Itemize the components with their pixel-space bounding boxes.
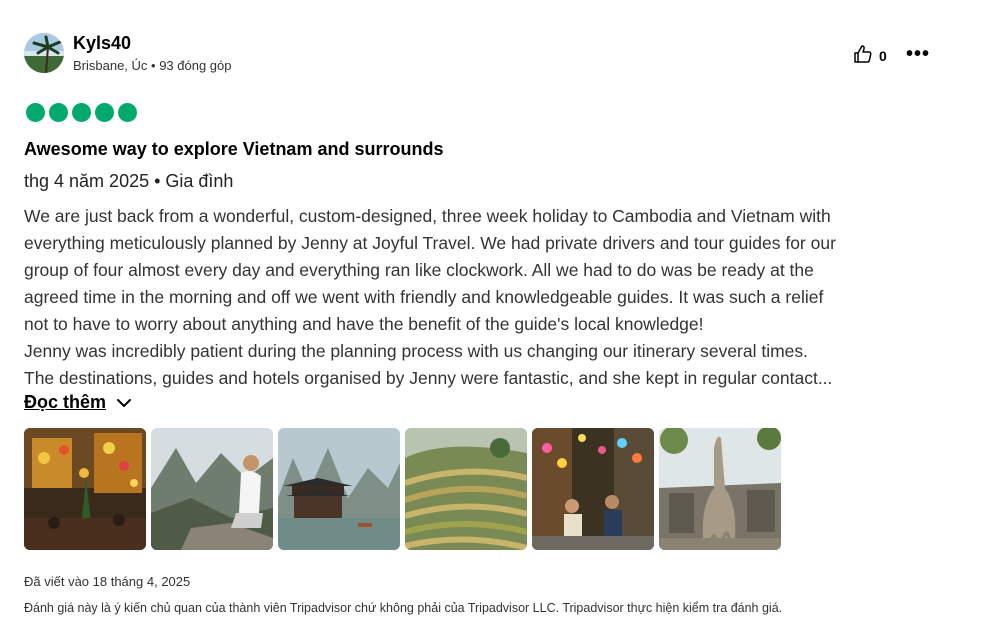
review-body: We are just back from a wonderful, custo…	[24, 203, 939, 392]
rating-bubble	[26, 103, 45, 122]
review-body-line: agreed time in the morning and off we we…	[24, 287, 824, 307]
avatar[interactable]	[24, 33, 64, 73]
review-disclaimer: Đánh giá này là ý kiến chủ quan của thàn…	[24, 601, 783, 615]
rating-bubble	[49, 103, 68, 122]
review-body-line: everything meticulously planned by Jenny…	[24, 233, 836, 253]
written-date: Đã viết vào 18 tháng 4, 2025	[24, 574, 191, 589]
review-body-line: group of four almost every day and every…	[24, 260, 814, 280]
photo-woman-on-mountain-rock[interactable]	[151, 428, 273, 550]
rating-bubble	[118, 103, 137, 122]
review-body-line: not to have to worry about anything and …	[24, 314, 704, 334]
chevron-down-icon	[116, 392, 132, 413]
rating-bubble	[95, 103, 114, 122]
like-button[interactable]: 0	[853, 44, 887, 68]
read-more-label: Đọc thêm	[24, 392, 107, 412]
photo-temple-ruins-tree[interactable]	[659, 428, 781, 550]
photo-pagoda-on-river[interactable]	[278, 428, 400, 550]
like-count: 0	[879, 48, 887, 64]
more-dots-icon[interactable]: •••	[906, 40, 930, 68]
trip-date-type: thg 4 năm 2025 • Gia đình	[24, 171, 234, 191]
review-body-line: The destinations, guides and hotels orga…	[24, 368, 833, 388]
beach-palm-avatar-image	[24, 33, 64, 73]
user-location-contributions: Brisbane, Úc • 93 đóng góp	[73, 58, 232, 73]
photo-lantern-street-night[interactable]	[24, 428, 146, 550]
photo-rice-terraces[interactable]	[405, 428, 527, 550]
read-more-button[interactable]: Đọc thêm	[24, 392, 132, 413]
review-body-line: Jenny was incredibly patient during the …	[24, 341, 809, 361]
thumbs-up-icon	[853, 44, 873, 69]
rating-bubble	[72, 103, 91, 122]
review-body-line: We are just back from a wonderful, custo…	[24, 206, 831, 226]
rating-bubbles	[26, 103, 137, 122]
review-title: Awesome way to explore Vietnam and surro…	[24, 139, 444, 159]
photo-strip	[24, 428, 781, 550]
username[interactable]: Kyls40	[73, 33, 131, 54]
photo-friends-at-night-market[interactable]	[532, 428, 654, 550]
